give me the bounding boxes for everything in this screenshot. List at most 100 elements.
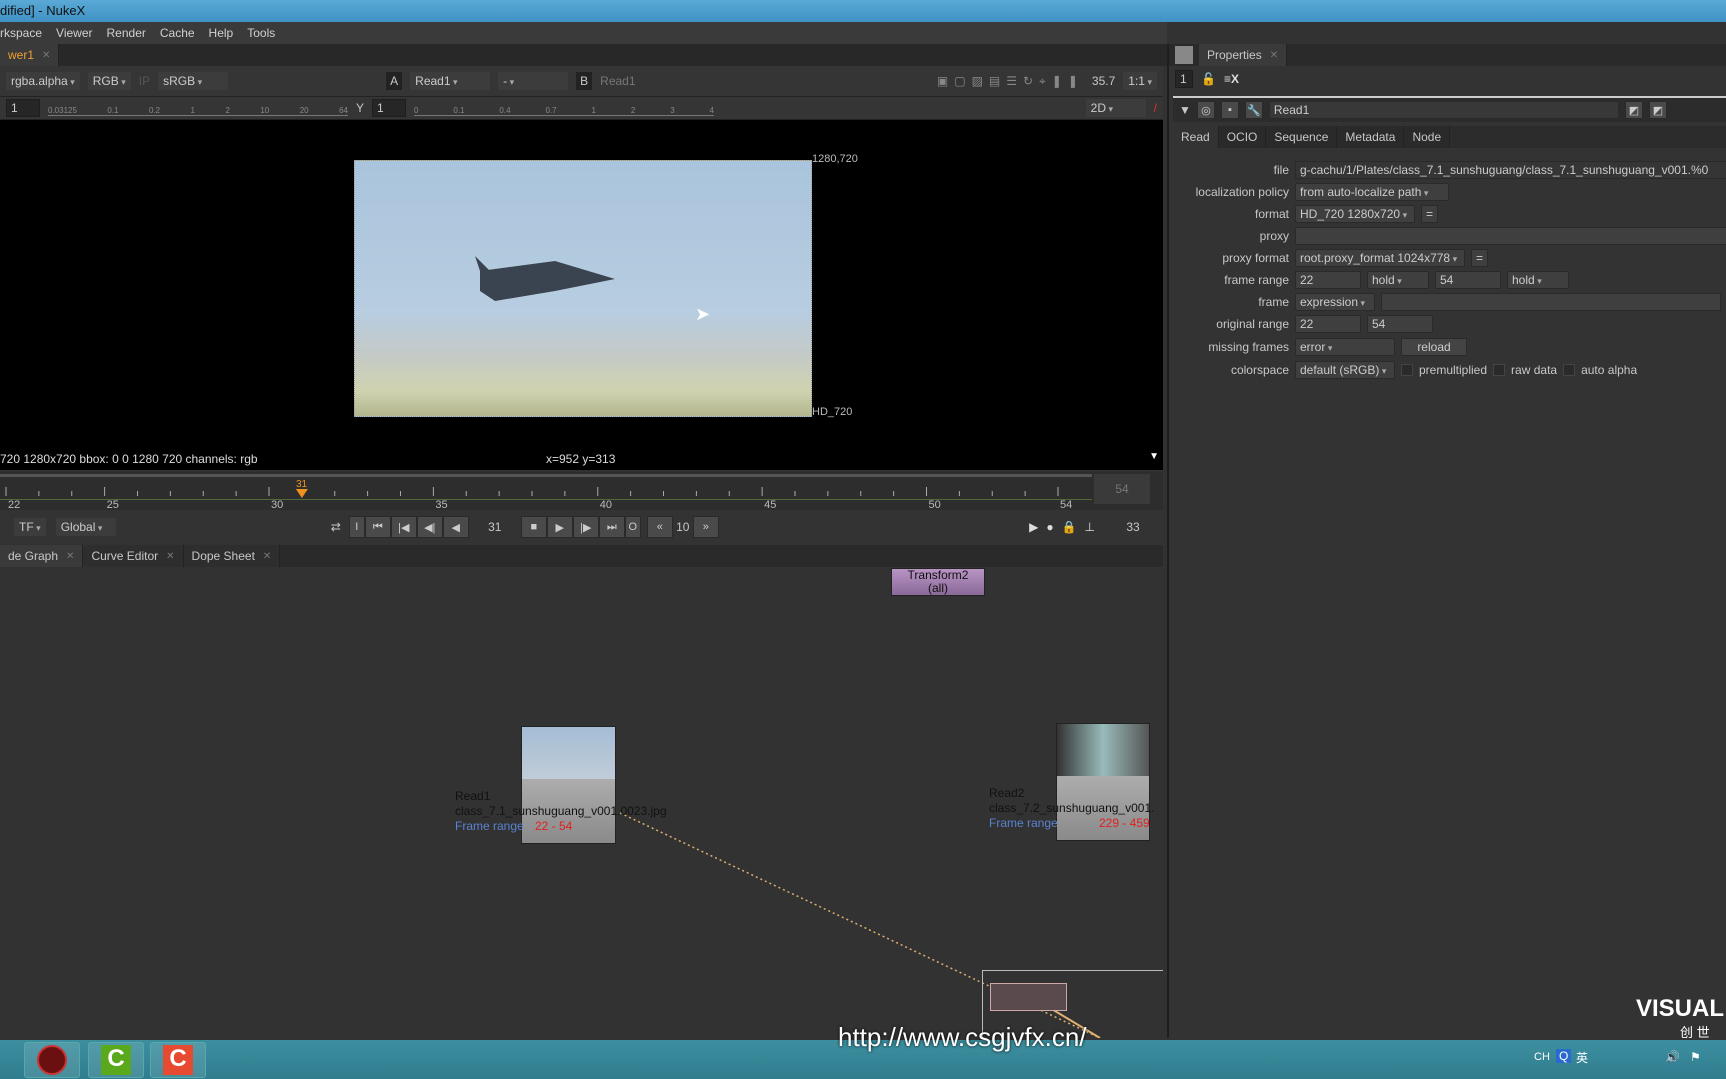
prev-frame-button[interactable]: ◀| xyxy=(416,516,443,538)
step-back-button[interactable]: « xyxy=(646,516,673,538)
auto-alpha-checkbox[interactable] xyxy=(1563,364,1576,376)
playhead-icon[interactable] xyxy=(295,489,308,498)
tab-properties[interactable]: Properties ✕ xyxy=(1199,44,1288,66)
proxy-field[interactable] xyxy=(1295,227,1726,245)
flag-icon[interactable]: ⚑ xyxy=(1690,1050,1701,1064)
collapse-icon[interactable]: ▼ xyxy=(1179,103,1191,117)
menu-tools[interactable]: Tools xyxy=(247,26,275,44)
node-graph-canvas[interactable]: Transform2 (all) Read1 class_7.1_sunshugu… xyxy=(0,568,1163,1038)
proxy-format-dropdown[interactable]: root.proxy_format 1024x778 xyxy=(1295,249,1465,267)
lock-icon[interactable]: 🔓 xyxy=(1201,72,1216,86)
timeline-end-field[interactable]: 54 xyxy=(1094,474,1150,504)
menu-cache[interactable]: Cache xyxy=(160,26,195,44)
frame-start-field[interactable]: 22 xyxy=(1295,271,1361,289)
ime-icon[interactable]: Q xyxy=(1556,1049,1572,1063)
taskbar-nuke-icon[interactable] xyxy=(24,1042,80,1078)
in-point-button[interactable]: I xyxy=(348,516,365,538)
tab-metadata[interactable]: Metadata xyxy=(1337,126,1405,148)
tab-node-graph[interactable]: de Graph ✕ xyxy=(0,545,84,567)
zoom-value[interactable]: 35.7 xyxy=(1092,74,1115,88)
node-transform2[interactable]: Transform2 (all) xyxy=(891,568,985,596)
close-icon[interactable]: ✕ xyxy=(66,551,74,562)
viewer-icons[interactable]: ▣▢▨▤☰↻⌖❚❚ xyxy=(937,74,1084,89)
lang-indicator[interactable]: CH xyxy=(1534,1051,1550,1063)
gain-field[interactable]: 1 xyxy=(6,99,40,117)
last-frame-button[interactable]: ⏭ xyxy=(598,516,625,538)
color-icon[interactable]: ◩ xyxy=(1624,101,1643,119)
display-channels-dropdown[interactable]: RGB xyxy=(87,72,131,90)
frame-mode-dropdown[interactable]: expression xyxy=(1295,293,1375,311)
after-dropdown[interactable]: hold xyxy=(1507,271,1569,289)
fps-field[interactable]: 33 xyxy=(1103,520,1163,534)
max-panels-field[interactable]: 1 xyxy=(1175,70,1193,88)
premultiplied-checkbox[interactable] xyxy=(1401,364,1413,376)
menu-workspace[interactable]: rkspace xyxy=(0,26,42,44)
wipe-icon[interactable]: / xyxy=(1154,101,1157,115)
gamma-slider[interactable]: 0 0.1 0.4 0.7 1 2 3 4 xyxy=(414,100,715,116)
loop-icon[interactable]: ⇄ xyxy=(331,520,341,534)
tab-viewer1[interactable]: wer1 ✕ xyxy=(0,44,60,66)
ratio-dropdown[interactable]: 1:1 xyxy=(1123,72,1157,90)
step-forward-button[interactable]: » xyxy=(692,516,719,538)
raw-data-checkbox[interactable] xyxy=(1493,364,1506,376)
close-icon[interactable]: ✕ xyxy=(1270,50,1278,61)
close-icon[interactable]: ✕ xyxy=(166,551,174,562)
lut-dropdown[interactable]: sRGB xyxy=(158,72,229,90)
compare-dropdown[interactable]: - xyxy=(498,72,569,90)
tab-read[interactable]: Read xyxy=(1173,126,1219,148)
tf-dropdown[interactable]: TF xyxy=(14,518,46,536)
menu-viewer[interactable]: Viewer xyxy=(56,26,92,44)
close-icon[interactable]: ✕ xyxy=(263,551,271,562)
ime-mode[interactable]: 英 xyxy=(1576,1049,1588,1066)
wrench-icon[interactable]: 🔧 xyxy=(1244,101,1263,119)
proxy-equals-button[interactable]: = xyxy=(1471,249,1489,267)
global-dropdown[interactable]: Global xyxy=(55,518,116,536)
playback-mode-icons[interactable]: ▶●🔒⊥ xyxy=(1029,520,1103,534)
b-input-dropdown[interactable]: Read1 xyxy=(600,74,670,88)
ip-button[interactable]: IP xyxy=(139,74,150,88)
expand-icon[interactable]: ▼ xyxy=(1149,451,1159,462)
tab-sequence[interactable]: Sequence xyxy=(1266,126,1338,148)
current-frame-marker[interactable]: 31 xyxy=(296,479,307,490)
colorspace-dropdown[interactable]: default (sRGB) xyxy=(1295,361,1395,379)
localization-dropdown[interactable]: from auto-localize path xyxy=(1295,183,1449,201)
minimap-viewport[interactable] xyxy=(990,983,1067,1011)
stop-button[interactable]: ■ xyxy=(520,516,547,538)
node-name-field[interactable]: Read1 xyxy=(1268,101,1619,119)
menu-help[interactable]: Help xyxy=(209,26,234,44)
play-forward-button[interactable]: ▶ xyxy=(546,516,573,538)
clear-panels-icon[interactable]: ≡X xyxy=(1224,72,1239,86)
view-mode-dropdown[interactable]: 2D xyxy=(1085,99,1146,117)
original-start-field[interactable]: 22 xyxy=(1295,315,1361,333)
frame-end-field[interactable]: 54 xyxy=(1435,271,1501,289)
close-icon[interactable]: ✕ xyxy=(42,50,50,61)
taskbar-camtasia-red-icon[interactable]: C xyxy=(150,1042,206,1078)
tab-curve-editor[interactable]: Curve Editor ✕ xyxy=(83,545,184,567)
panel-menu-icon[interactable] xyxy=(1175,46,1193,64)
first-frame-button[interactable]: ⏮ xyxy=(364,516,391,538)
menu-render[interactable]: Render xyxy=(107,26,146,44)
prev-keyframe-button[interactable]: |◀ xyxy=(390,516,417,538)
next-frame-button[interactable]: |▶ xyxy=(572,516,599,538)
timeline[interactable]: 22 25 30 35 40 45 50 54 31 54 xyxy=(0,472,1163,510)
current-frame-field[interactable]: 31 xyxy=(469,520,521,534)
format-dropdown[interactable]: HD_720 1280x720 xyxy=(1295,205,1415,223)
play-backward-button[interactable]: ◀ xyxy=(442,516,469,538)
channels-dropdown[interactable]: rgba.alpha xyxy=(6,72,80,90)
gamma-field[interactable]: 1 xyxy=(372,99,407,117)
taskbar-camtasia-green-icon[interactable]: C xyxy=(88,1042,144,1078)
reload-button[interactable]: reload xyxy=(1401,338,1467,356)
tab-ocio[interactable]: OCIO xyxy=(1218,126,1267,148)
viewer-icon[interactable]: ▪ xyxy=(1220,101,1239,119)
format-equals-button[interactable]: = xyxy=(1421,205,1439,223)
missing-frames-dropdown[interactable]: error xyxy=(1295,338,1395,356)
before-dropdown[interactable]: hold xyxy=(1367,271,1429,289)
color-icon-2[interactable]: ◩ xyxy=(1648,101,1667,119)
a-input-dropdown[interactable]: Read1 xyxy=(410,72,491,90)
center-node-icon[interactable]: ◎ xyxy=(1196,101,1215,119)
file-field[interactable]: g-cachu/1/Plates/class_7.1_sunshuguang/c… xyxy=(1295,161,1726,179)
tab-node[interactable]: Node xyxy=(1404,126,1451,148)
volume-icon[interactable]: 🔊 xyxy=(1665,1050,1680,1064)
tab-dope-sheet[interactable]: Dope Sheet ✕ xyxy=(183,545,281,567)
increment-field[interactable]: 10 xyxy=(673,520,693,534)
